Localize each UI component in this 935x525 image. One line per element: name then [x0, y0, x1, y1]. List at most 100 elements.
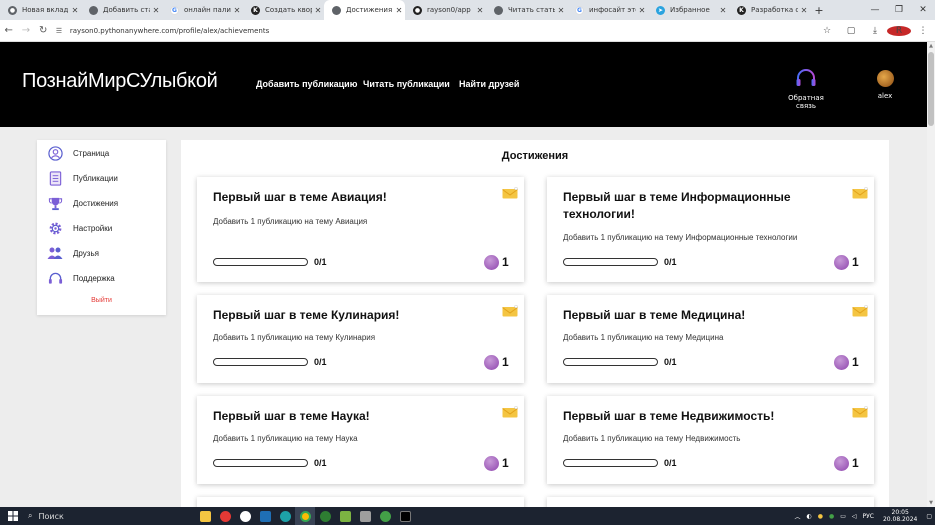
browser-tab[interactable]: KРазработка сайт✕	[729, 0, 810, 20]
close-tab-icon[interactable]: ✕	[69, 6, 81, 15]
scrollbar-thumb[interactable]	[928, 52, 934, 126]
achievement-card	[547, 497, 874, 507]
sidebar-item-support[interactable]: Поддержка	[47, 270, 115, 286]
envelope-reward-icon	[502, 406, 518, 418]
reload-icon[interactable]: ↻	[35, 25, 52, 36]
minimize-icon[interactable]: —	[863, 0, 887, 20]
menu-icon[interactable]: ⋮	[911, 26, 935, 36]
scroll-up-icon[interactable]: ▲	[927, 43, 935, 49]
achievement-description: Добавить 1 публикацию на тему Медицина	[563, 333, 724, 342]
browser-tab[interactable]: ●Новая вкладка✕	[0, 0, 81, 20]
network-icon[interactable]: ▭	[840, 513, 846, 520]
browser-tab[interactable]: ● rayson0/app ✕	[405, 0, 486, 20]
browser-tab-active[interactable]: Достижения ✕	[324, 0, 405, 20]
support-link[interactable]: Обратная связь	[780, 68, 832, 110]
download-icon[interactable]: ⤓	[863, 26, 887, 36]
close-tab-icon[interactable]: ✕	[474, 6, 486, 15]
close-tab-icon[interactable]: ✕	[231, 6, 243, 15]
achievement-progress-bar	[213, 358, 308, 366]
achievement-card	[197, 497, 524, 507]
address-bar[interactable]: ☰ rayson0.pythonanywhere.com/profile/ale…	[55, 22, 815, 39]
achievement-progress-bar	[213, 258, 308, 266]
headset-icon	[47, 270, 63, 286]
volume-icon[interactable]: ◁	[852, 513, 857, 520]
yandex-icon[interactable]	[235, 507, 255, 525]
close-window-icon[interactable]: ✕	[911, 0, 935, 20]
profile-avatar-icon[interactable]: R	[887, 25, 911, 36]
back-icon[interactable]: ←	[0, 25, 17, 36]
browser-tab[interactable]: ➤ Избранное ✕	[648, 0, 729, 20]
achievement-title: Первый шаг в теме Информационные техноло…	[563, 190, 791, 221]
page-scrollbar[interactable]: ▲ ▼	[927, 42, 935, 507]
achievement-progress-bar	[563, 358, 658, 366]
sidebar-item-label: Публикации	[73, 173, 118, 183]
achievement-progress-bar	[563, 258, 658, 266]
nav-read-publications[interactable]: Читать публикации	[363, 79, 450, 89]
nav-add-publication[interactable]: Добавить публикацию	[256, 79, 357, 89]
close-tab-icon[interactable]: ✕	[798, 6, 810, 15]
close-tab-icon[interactable]: ✕	[312, 6, 324, 15]
site-icon	[332, 5, 341, 15]
scroll-down-icon[interactable]: ▼	[927, 500, 935, 506]
chrome-icon[interactable]	[295, 507, 315, 525]
console-app-icon[interactable]	[395, 507, 415, 525]
sidebar-item-achievements[interactable]: Достижения	[47, 195, 118, 211]
sidebar-item-page[interactable]: Страница	[47, 145, 109, 161]
achievement-progress-text: 0/1	[664, 257, 677, 267]
terminal-app-icon[interactable]	[335, 507, 355, 525]
user-menu[interactable]: alex	[870, 70, 900, 100]
browser-tab[interactable]: Gонлайн палитра✕	[162, 0, 243, 20]
sidebar-item-friends[interactable]: Друзья	[47, 245, 99, 261]
browser-tab[interactable]: Читать статьи✕	[486, 0, 567, 20]
app-icon[interactable]	[315, 507, 335, 525]
notifications-icon[interactable]: ▢	[926, 513, 932, 520]
tray-chevron-icon[interactable]: ︿	[794, 512, 800, 521]
nav-find-friends[interactable]: Найти друзей	[459, 79, 519, 89]
database-app-icon[interactable]	[355, 507, 375, 525]
envelope-reward-icon	[852, 305, 868, 317]
achievement-title: Первый шаг в теме Кулинария!	[213, 308, 400, 322]
tray-app-icon[interactable]: ●	[818, 513, 823, 520]
achievement-progress-text: 0/1	[314, 458, 327, 468]
page-title: Достижения	[501, 150, 569, 162]
yandex-browser-icon[interactable]	[215, 507, 235, 525]
file-explorer-icon[interactable]	[195, 507, 215, 525]
windows-start-icon[interactable]	[4, 511, 22, 521]
close-tab-icon[interactable]: ✕	[393, 6, 405, 15]
site-logo[interactable]: ПознайМирСУлыбкой	[22, 70, 218, 93]
tray-app-icon[interactable]: ●	[829, 513, 834, 520]
extensions-icon[interactable]: ▢	[839, 26, 863, 36]
achievement-card: Первый шаг в теме Недвижимость! Добавить…	[547, 396, 874, 484]
achievement-points: 1	[502, 255, 509, 269]
site-info-icon[interactable]: ☰	[56, 27, 70, 35]
sidebar-item-publications[interactable]: Публикации	[47, 170, 118, 186]
google-icon: G	[170, 5, 179, 15]
profile-sidebar: Страница Публикации Достижения Настройки…	[37, 140, 166, 315]
new-tab-button[interactable]: +	[810, 0, 828, 20]
tray-app-icon[interactable]: ◐	[806, 513, 811, 520]
telegram-icon: ➤	[656, 5, 665, 15]
messenger-app-icon[interactable]	[375, 507, 395, 525]
close-tab-icon[interactable]: ✕	[636, 6, 648, 15]
close-tab-icon[interactable]: ✕	[150, 6, 162, 15]
bookmark-star-icon[interactable]: ☆	[815, 26, 839, 36]
close-tab-icon[interactable]: ✕	[555, 6, 567, 15]
browser-tab[interactable]: KСоздать кворк - ✕	[243, 0, 324, 20]
points-coin-icon	[484, 456, 499, 471]
edge-icon[interactable]	[275, 507, 295, 525]
envelope-reward-icon	[502, 305, 518, 317]
sidebar-item-settings[interactable]: Настройки	[47, 220, 112, 236]
document-icon	[47, 170, 63, 186]
clock[interactable]: 20:05 20.08.2024	[883, 509, 917, 523]
forward-icon[interactable]: →	[17, 25, 34, 36]
sidebar-item-label: Достижения	[73, 198, 119, 208]
browser-tab[interactable]: Добавить статью✕	[81, 0, 162, 20]
close-tab-icon[interactable]: ✕	[717, 6, 729, 15]
taskbar-search[interactable]: ⌕ Поиск	[28, 509, 163, 523]
points-coin-icon	[834, 355, 849, 370]
browser-tab[interactable]: Gинфосайт это - П✕	[567, 0, 648, 20]
language-indicator[interactable]: РУС	[863, 513, 874, 520]
steam-icon[interactable]	[255, 507, 275, 525]
maximize-icon[interactable]: ❐	[887, 0, 911, 20]
logout-link[interactable]: Выйти	[37, 297, 166, 304]
